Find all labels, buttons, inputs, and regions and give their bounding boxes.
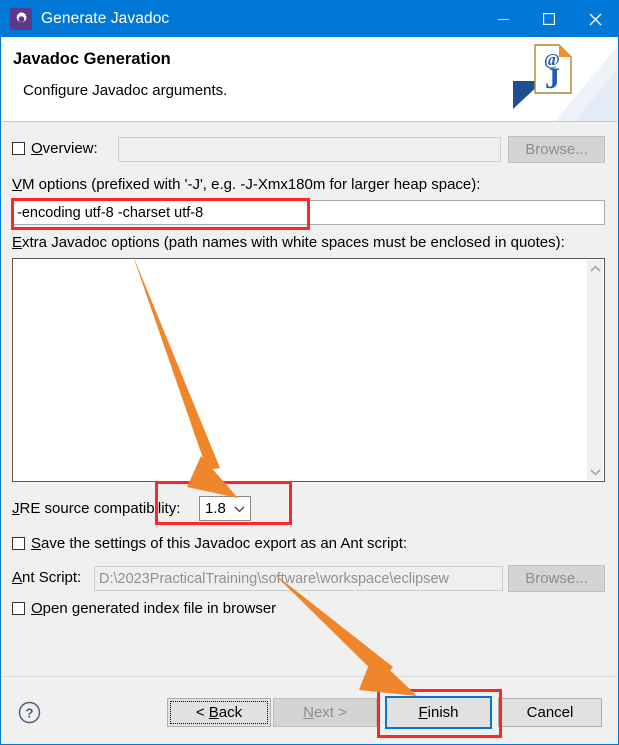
javadoc-page-icon: @ J	[497, 37, 617, 121]
ant-script-input[interactable]: D:\2023PracticalTraining\software\worksp…	[94, 566, 503, 591]
gear-icon	[10, 8, 32, 30]
window-controls	[480, 1, 618, 37]
vm-options-input[interactable]: -encoding utf-8 -charset utf-8	[12, 200, 605, 225]
wizard-header: Javadoc Generation Configure Javadoc arg…	[2, 37, 617, 122]
back-button-label: < Back	[195, 704, 243, 721]
ant-script-browse-button[interactable]: Browse...	[508, 565, 605, 592]
minimize-button[interactable]	[480, 1, 526, 37]
chevron-up-icon[interactable]	[587, 260, 603, 277]
chevron-down-icon[interactable]	[587, 463, 603, 480]
jre-compat-value: 1.8	[205, 500, 226, 517]
overview-browse-button[interactable]: Browse...	[508, 136, 605, 163]
next-button[interactable]: Next >	[273, 698, 377, 727]
content-area: Overview: Browse... VM options (prefixed…	[2, 122, 617, 676]
page-subtitle: Configure Javadoc arguments.	[23, 82, 228, 99]
svg-text:?: ?	[26, 706, 34, 721]
cancel-button[interactable]: Cancel	[498, 698, 602, 727]
vm-options-label: VM options (prefixed with '-J', e.g. -J-…	[12, 176, 481, 193]
jre-compat-select[interactable]: 1.8	[199, 496, 251, 521]
chevron-down-icon[interactable]	[234, 505, 245, 513]
finish-button-label: Finish	[418, 704, 459, 721]
jre-compat-label: JRE source compatibility:	[12, 500, 181, 517]
open-index-checkbox[interactable]	[12, 602, 25, 615]
overview-row: Overview:	[12, 140, 98, 157]
close-button[interactable]	[572, 1, 618, 37]
ant-script-label: Ant Script:	[12, 569, 82, 586]
save-ant-checkbox[interactable]	[12, 537, 25, 550]
svg-text:J: J	[545, 62, 560, 95]
page-title: Javadoc Generation	[13, 50, 171, 68]
generate-javadoc-dialog: Generate Javadoc Javadoc Generation Conf…	[0, 0, 619, 745]
open-index-row: Open generated index file in browser	[12, 600, 276, 617]
overview-checkbox[interactable]	[12, 142, 25, 155]
title-bar: Generate Javadoc	[1, 1, 618, 37]
extra-options-label: Extra Javadoc options (path names with w…	[12, 234, 565, 251]
save-ant-row: Save the settings of this Javadoc export…	[12, 535, 407, 552]
help-question-icon[interactable]: ?	[18, 701, 41, 724]
back-button[interactable]: < Back	[167, 698, 271, 727]
save-ant-label: Save the settings of this Javadoc export…	[31, 535, 408, 552]
overview-input[interactable]	[118, 137, 501, 162]
window-title: Generate Javadoc	[41, 10, 170, 27]
overview-label: Overview:	[31, 140, 98, 157]
next-button-label: Next >	[303, 704, 347, 721]
extra-options-textarea[interactable]	[12, 258, 605, 482]
maximize-button[interactable]	[526, 1, 572, 37]
finish-button[interactable]: Finish	[385, 696, 492, 729]
extra-options-scrollbar[interactable]	[587, 260, 603, 480]
open-index-label: Open generated index file in browser	[31, 600, 277, 617]
